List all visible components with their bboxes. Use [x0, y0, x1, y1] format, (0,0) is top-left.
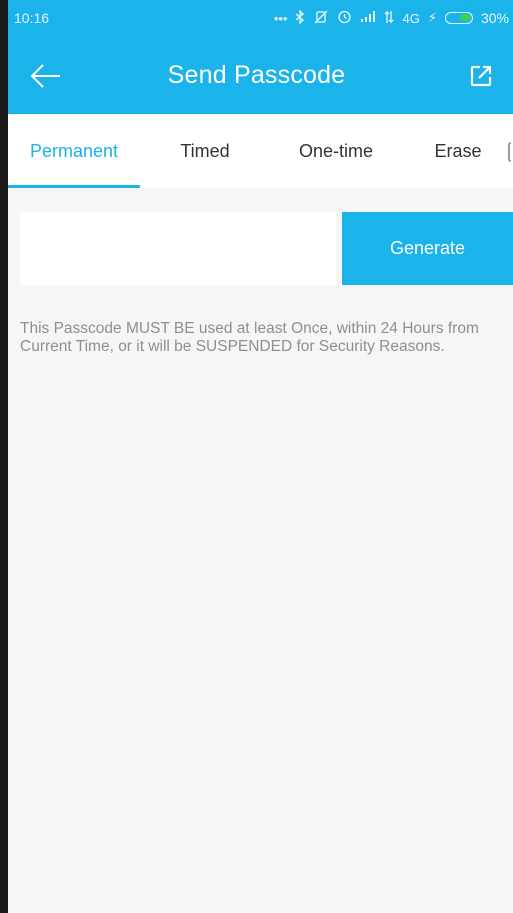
tab-bar: Permanent Timed One-time Erase: [0, 114, 513, 188]
tab-one-time[interactable]: One-time: [276, 114, 396, 188]
tab-overflow-edge: [508, 142, 511, 162]
passcode-display[interactable]: [20, 212, 336, 285]
status-time: 10:16: [14, 10, 50, 26]
back-arrow-icon: [30, 64, 60, 88]
bluetooth-icon: [295, 8, 305, 27]
network-type: 4G: [402, 10, 420, 26]
data-arrows-icon: [384, 9, 394, 27]
battery-level: [459, 14, 471, 21]
page-title: Send Passcode: [167, 60, 346, 89]
tab-permanent[interactable]: Permanent: [8, 114, 140, 188]
signal-icon: [360, 10, 376, 26]
share-button[interactable]: [463, 58, 499, 94]
active-tab-indicator: [8, 185, 140, 188]
security-notice: This Passcode MUST BE used at least Once…: [20, 320, 479, 355]
vibrate-off-icon: [313, 10, 329, 27]
tab-erase[interactable]: Erase: [412, 114, 504, 188]
more-dots-icon: •••: [273, 10, 288, 26]
title-bar: Send Passcode: [0, 36, 513, 114]
status-bar: 10:16 ••• 4G ⚡ 30%: [0, 0, 513, 36]
tab-timed[interactable]: Timed: [150, 114, 260, 188]
screen-edge: [0, 0, 8, 913]
status-icons: ••• 4G ⚡ 30%: [273, 8, 513, 27]
charging-icon: ⚡: [427, 10, 437, 25]
alarm-icon: [337, 9, 352, 27]
generate-button[interactable]: Generate: [342, 212, 513, 285]
back-button[interactable]: [28, 58, 64, 94]
share-icon: [470, 65, 492, 87]
battery-icon: [444, 12, 473, 24]
app-screen: 10:16 ••• 4G ⚡ 30% Send Passcode Permane…: [0, 0, 513, 913]
battery-percent: 30%: [480, 10, 509, 26]
